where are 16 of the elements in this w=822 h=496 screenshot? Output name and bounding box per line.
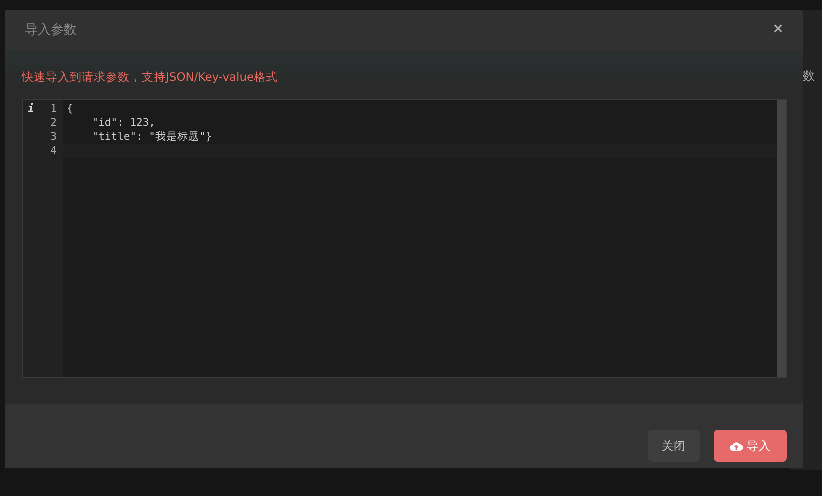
line-number: 2 xyxy=(50,117,57,129)
dialog-title: 导入参数 xyxy=(25,22,77,39)
line-number: 4 xyxy=(50,145,57,157)
hint-text: 快速导入到请求参数，支持JSON/Key-value格式 xyxy=(22,70,280,85)
info-marker: i xyxy=(28,103,34,115)
code-line: { xyxy=(67,103,74,115)
code-editor[interactable]: i 1 2 3 4 { "id": 123, "title": "我是标题"} xyxy=(22,99,787,378)
line-number: 3 xyxy=(50,131,57,143)
close-dialog-button[interactable]: 关闭 xyxy=(648,430,700,462)
close-button[interactable]: × xyxy=(774,21,783,39)
code-line: "title": "我是标题"} xyxy=(91,131,212,143)
background-label: 数 xyxy=(803,68,815,85)
line-number: 1 xyxy=(50,103,57,115)
scrollbar[interactable] xyxy=(777,100,786,377)
code-line: "id": 123, xyxy=(91,117,156,129)
cloud-upload-icon xyxy=(730,440,743,452)
